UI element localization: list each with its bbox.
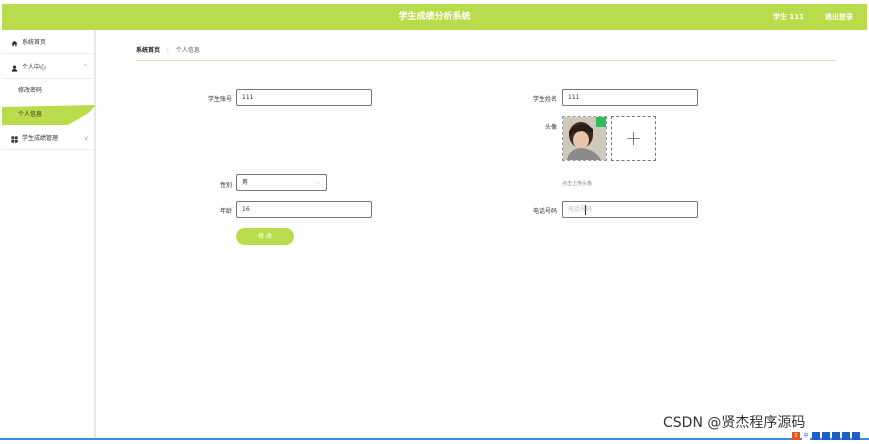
avatar-label: 头像 <box>544 124 557 131</box>
text-cursor <box>585 205 586 215</box>
ime-icon[interactable]: S <box>792 432 800 440</box>
sidebar-item-home[interactable]: 系统首页 <box>2 32 94 54</box>
breadcrumb-divider <box>136 60 836 61</box>
gender-value: 男 <box>242 179 249 186</box>
sidebar: 系统首页 个人中心 ^ 修改密码 个人信息 学生成绩管理 v <box>2 30 96 440</box>
sidebar-item-label: 学生成绩管理 <box>22 135 59 142</box>
upload-avatar-button[interactable]: + <box>611 116 656 161</box>
sidebar-item-label: 个人中心 <box>22 64 47 71</box>
upload-hint: 点击上传头像 <box>562 181 593 187</box>
gender-label: 性别 <box>219 182 232 189</box>
breadcrumb: 系统首页 ⋮ 个人信息 <box>136 45 200 54</box>
shirt-icon[interactable] <box>842 432 850 440</box>
phone-field[interactable]: 电话号码 <box>562 201 698 218</box>
punct-icon[interactable] <box>812 432 820 440</box>
breadcrumb-current: 个人信息 <box>175 47 200 54</box>
chevron-down-icon: ⌵ <box>315 179 320 186</box>
keyboard-icon[interactable] <box>832 432 840 440</box>
home-icon <box>11 32 19 54</box>
top-navbar: 学生成绩分析系统 学生 111 退出登录 <box>2 4 867 30</box>
sidebar-subitem-personal-info[interactable]: 个人信息 <box>2 104 94 126</box>
breadcrumb-separator: ⋮ <box>164 47 171 54</box>
lang-icon[interactable]: 中 <box>802 432 810 440</box>
student-name-label: 学生姓名 <box>532 96 557 103</box>
plus-icon: + <box>625 126 642 150</box>
watermark: CSDN @贤杰程序源码 <box>663 415 806 431</box>
student-no-label: 学生账号 <box>207 96 232 103</box>
age-field[interactable]: 16 <box>236 201 372 218</box>
age-label: 年龄 <box>219 208 232 215</box>
system-tray: S 中 <box>792 431 868 441</box>
sidebar-subitem-change-password[interactable]: 修改密码 <box>2 80 94 102</box>
chevron-up-icon: ^ <box>82 64 88 71</box>
app-title: 学生成绩分析系统 <box>398 12 471 22</box>
sidebar-item-label: 个人信息 <box>18 111 43 118</box>
sidebar-item-personal-center[interactable]: 个人中心 ^ <box>2 57 94 79</box>
student-name-field[interactable]: 111 <box>562 89 698 106</box>
grid-icon <box>11 128 19 150</box>
apps-icon[interactable] <box>852 432 860 440</box>
current-user: 学生 111 <box>773 13 805 21</box>
avatar-image[interactable] <box>562 116 607 161</box>
phone-label: 电话号码 <box>532 208 557 215</box>
mic-icon[interactable] <box>822 432 830 440</box>
student-no-field[interactable]: 111 <box>236 89 372 106</box>
user-icon <box>11 57 19 79</box>
sidebar-item-score-management[interactable]: 学生成绩管理 v <box>2 128 94 150</box>
chevron-down-icon: v <box>84 135 88 142</box>
taskbar-edge <box>0 438 869 440</box>
breadcrumb-home[interactable]: 系统首页 <box>136 47 160 54</box>
gender-select[interactable]: 男 ⌵ <box>236 174 327 191</box>
sidebar-item-label: 修改密码 <box>18 87 43 94</box>
sidebar-item-label: 系统首页 <box>22 39 47 46</box>
logout-button[interactable]: 退出登录 <box>825 4 853 30</box>
submit-button[interactable]: 修 改 <box>236 228 294 245</box>
